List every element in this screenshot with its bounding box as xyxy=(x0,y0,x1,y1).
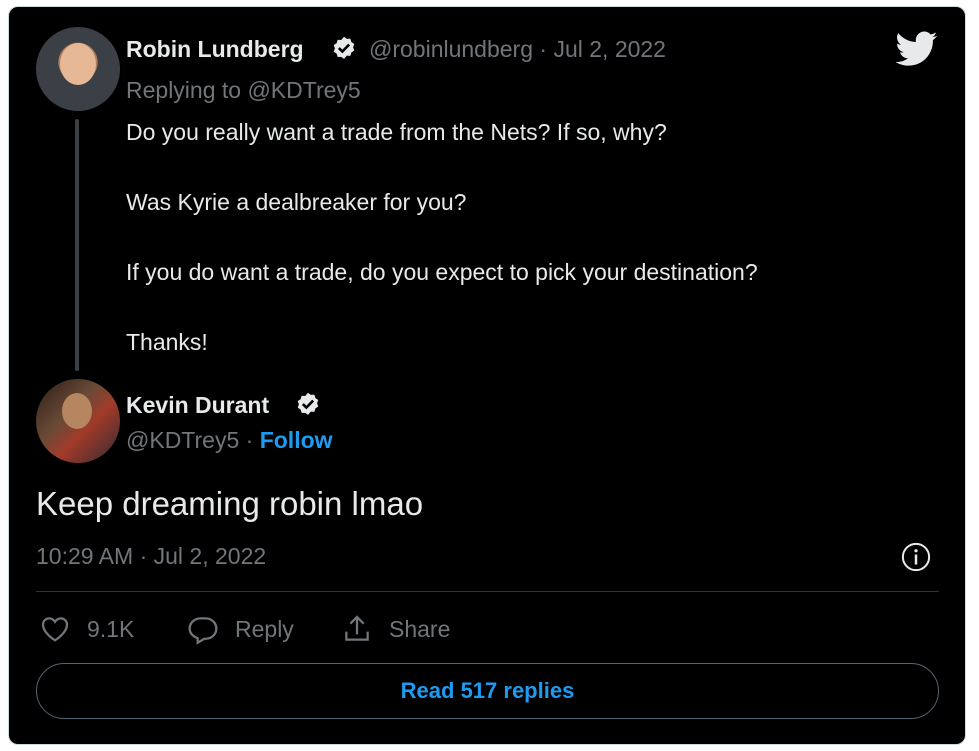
share-upload-icon xyxy=(345,615,369,641)
tweet-embed-card: Robin Lundberg @robinlundberg · Jul 2, 2… xyxy=(8,6,966,745)
tweet-timestamp[interactable]: 10:29 AM · Jul 2, 2022 xyxy=(36,543,266,570)
reply-line-4: Thanks! xyxy=(126,329,208,355)
thread-line xyxy=(75,119,79,371)
share-button[interactable]: Share xyxy=(341,612,450,646)
main-tweet-text: Keep dreaming robin lmao xyxy=(36,485,424,522)
speech-bubble-icon xyxy=(188,617,218,645)
likes-count: 9.1K xyxy=(87,615,135,642)
heart-icon xyxy=(41,617,69,642)
kevin-avatar[interactable] xyxy=(36,379,120,463)
read-replies-button[interactable]: Read 517 replies xyxy=(36,663,939,719)
reply-line-1: Do you really want a trade from the Nets… xyxy=(126,119,667,145)
like-button[interactable]: 9.1K xyxy=(39,612,134,646)
verified-badge-icon xyxy=(333,36,355,59)
replying-to[interactable]: Replying to @KDTrey5 xyxy=(126,77,361,104)
divider xyxy=(36,591,939,592)
reply-button[interactable]: Reply xyxy=(187,612,294,646)
main-handle[interactable]: @KDTrey5 xyxy=(126,427,239,453)
share-label: Share xyxy=(389,615,451,642)
reply-line-3: If you do want a trade, do you expect to… xyxy=(126,259,758,285)
reply-line-2: Was Kyrie a dealbreaker for you? xyxy=(126,189,467,215)
follow-button[interactable]: Follow xyxy=(260,427,333,453)
main-author-name[interactable]: Kevin Durant xyxy=(126,392,269,419)
reply-label: Reply xyxy=(235,615,294,642)
twitter-bird-icon[interactable] xyxy=(896,31,938,67)
main-handle-row: @KDTrey5 · Follow xyxy=(126,427,333,454)
reply-handle-date[interactable]: @robinlundberg · Jul 2, 2022 xyxy=(369,36,666,63)
reply-author-name[interactable]: Robin Lundberg xyxy=(126,36,304,63)
verified-badge-icon xyxy=(297,392,319,415)
robin-avatar[interactable] xyxy=(36,27,120,111)
info-icon[interactable] xyxy=(901,542,931,572)
separator-dot: · xyxy=(239,427,260,453)
